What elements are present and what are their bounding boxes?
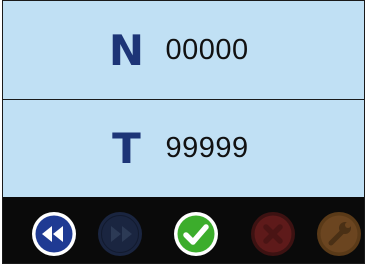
toolbar	[3, 197, 364, 263]
field-value-n[interactable]: 00000	[166, 34, 266, 67]
field-letter-n: N	[108, 25, 145, 75]
rewind-icon	[32, 212, 76, 256]
rewind-button[interactable]	[30, 210, 78, 258]
tools-button[interactable]	[315, 210, 363, 258]
confirm-button[interactable]	[172, 210, 220, 258]
field-row-t: T 99999	[3, 100, 364, 197]
field-value-t[interactable]: 99999	[166, 132, 266, 165]
check-icon	[174, 212, 218, 256]
fast-forward-icon	[98, 212, 142, 256]
wrench-icon	[317, 212, 361, 256]
fast-forward-button[interactable]	[96, 210, 144, 258]
field-letter-t: T	[112, 124, 141, 173]
close-icon	[251, 212, 295, 256]
cancel-button[interactable]	[249, 210, 297, 258]
field-row-n: N 00000	[3, 1, 364, 100]
counter-panel: N 00000 T 99999	[2, 0, 365, 264]
